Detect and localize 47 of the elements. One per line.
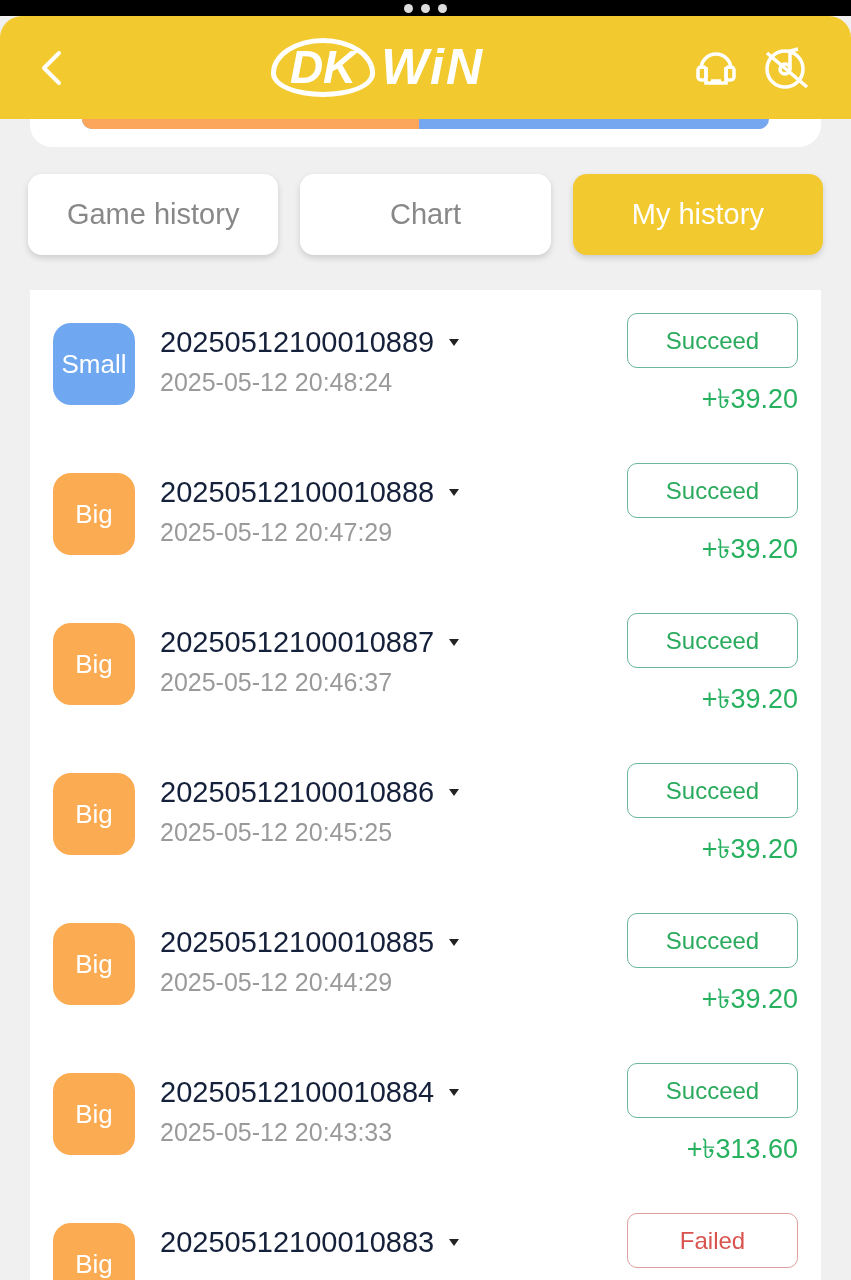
status-badge: Succeed [627,313,798,368]
period-number: 20250512100010886 [160,775,435,810]
dot-icon [438,3,447,13]
logo-mark: DK [270,38,376,97]
status-badge: Succeed [627,463,798,518]
win-amount: +৳39.20 [701,386,798,413]
bet-choice-badge: Big [53,773,135,855]
bet-choice-badge: Big [53,923,135,1005]
period-number: 20250512100010889 [160,325,435,360]
history-tab[interactable]: Game history [28,174,279,255]
period-number: 20250512100010884 [160,1075,435,1110]
win-amount: +৳39.20 [701,536,798,563]
bet-choice-badge: Big [53,1073,135,1155]
status-badge: Succeed [627,1063,798,1118]
bet-timestamp: 2025-05-12 20:47:29 [160,516,394,548]
win-amount: +৳39.20 [701,986,798,1013]
period-number: 20250512100010883 [160,1225,435,1260]
period-number: 20250512100010885 [160,925,435,960]
bet-timestamp: 2025-05-12 20:44:29 [160,966,394,998]
dot-icon [421,3,430,13]
dropdown-caret-icon[interactable] [448,487,461,497]
dropdown-caret-icon[interactable] [448,787,461,797]
dropdown-caret-icon[interactable] [448,337,461,347]
dot-icon [404,3,413,13]
bet-choice-badge: Big [53,1223,135,1280]
bet-choice-badge: Big [53,473,135,555]
status-badge: Succeed [627,613,798,668]
period-number: 20250512100010887 [160,625,435,660]
logo-word: WiN [381,38,485,97]
win-amount: +৳39.20 [701,686,798,713]
status-badge: Succeed [627,913,798,968]
status-badge: Failed [627,1213,798,1268]
bet-timestamp: 2025-05-12 20:43:33 [160,1116,394,1148]
dropdown-caret-icon[interactable] [448,937,461,947]
bet-choice-badge: Big [53,623,135,705]
status-badge: Succeed [627,763,798,818]
win-amount: +৳39.20 [701,836,798,863]
dropdown-caret-icon[interactable] [448,1237,461,1247]
win-amount: +৳313.60 [686,1136,798,1163]
bet-timestamp: 2025-05-12 20:45:25 [160,816,394,848]
bet-timestamp: 2025-05-12 20:48:24 [160,366,394,398]
period-number: 20250512100010888 [160,475,435,510]
dropdown-caret-icon[interactable] [448,637,461,647]
history-tab[interactable]: Chart [300,174,551,255]
dropdown-caret-icon[interactable] [448,1087,461,1097]
bet-choice-badge: Small [53,323,135,405]
bet-timestamp: 2025-05-12 20:46:37 [160,666,394,698]
